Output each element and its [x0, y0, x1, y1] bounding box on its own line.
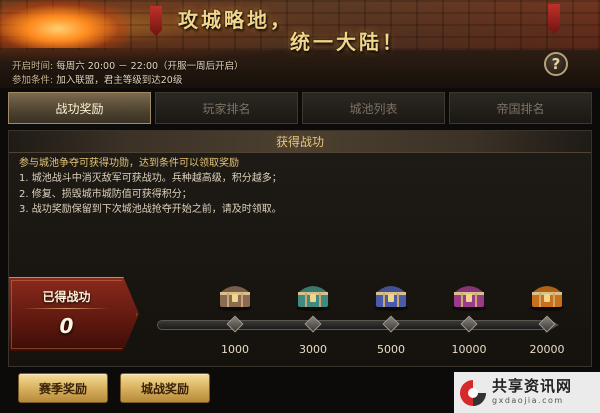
rules-text: 参与城池争夺可获得功勋，达到条件可以领取奖励 1. 城池战斗中消灭敌军可获战功。… [9, 153, 591, 222]
milestone-label: 10000 [451, 343, 487, 356]
milestone-label: 5000 [377, 343, 405, 356]
open-time-line: 开启时间: 每周六 20:00 － 22:00（开服一周后开启） [12, 58, 244, 72]
badge-divider [23, 308, 109, 309]
open-time-label: 开启时间: [12, 61, 54, 72]
tab-city-list[interactable]: 城池列表 [302, 92, 445, 124]
condition-value: 加入联盟，君主等级到达20级 [56, 75, 183, 86]
fire-effect [0, 0, 130, 48]
panel-header: 获得战功 [9, 131, 591, 153]
help-button[interactable]: ? [544, 52, 568, 76]
merit-panel: 获得战功 参与城池争夺可获得功勋，达到条件可以领取奖励 1. 城池战斗中消灭敌军… [8, 130, 592, 367]
rule-item: 2. 修复、损毁城市城防值可获得积分； [19, 188, 192, 200]
site-watermark: 共享资讯网 gxdaojia.com [454, 372, 600, 413]
milestone-label: 3000 [299, 343, 327, 356]
banner-title-part2: 统一大陆！ [290, 30, 405, 54]
bronze-chest-icon[interactable] [215, 279, 255, 311]
milestone-label: 1000 [221, 343, 249, 356]
tab-empire-ranking[interactable]: 帝国排名 [449, 92, 592, 124]
gold-chest-icon[interactable] [527, 279, 567, 311]
achieved-merit-label: 已得战功 [42, 290, 91, 304]
purple-chest-icon[interactable] [449, 279, 489, 311]
achieved-merit-badge: 已得战功 0 [9, 277, 139, 351]
question-mark-icon: ? [551, 55, 561, 73]
merit-progress-track [157, 320, 549, 330]
condition-line: 参加条件: 加入联盟，君主等级到达20级 [12, 72, 182, 86]
rule-item: 3. 战功奖励保留到下次城池战抢夺开始之前，请及时领取。 [19, 204, 282, 215]
tab-player-ranking[interactable]: 玩家排名 [155, 92, 298, 124]
season-reward-button[interactable]: 赛季奖励 [18, 373, 108, 403]
city-war-reward-button[interactable]: 城战奖励 [120, 373, 210, 403]
event-banner: 攻城略地， 统一大陆！ 开启时间: 每周六 20:00 － 22:00（开服一周… [0, 0, 600, 88]
open-time-value: 每周六 20:00 － 22:00（开服一周后开启） [56, 61, 244, 72]
red-flag-icon [548, 4, 560, 34]
milestone-label: 20000 [529, 343, 565, 356]
blue-chest-icon[interactable] [371, 279, 411, 311]
tab-bar: 战功奖励 玩家排名 城池列表 帝国排名 [0, 92, 600, 126]
watermark-text: 共享资讯网 [492, 377, 573, 395]
red-flag-icon [150, 6, 162, 36]
watermark-url: gxdaojia.com [492, 396, 564, 405]
rules-intro: 参与城池争夺可获得功勋，达到条件可以领取奖励 [19, 158, 239, 169]
rule-item: 1. 城池战斗中消灭敌军可获战功。兵种越高级，积分越多； [19, 173, 282, 184]
tab-merit-rewards[interactable]: 战功奖励 [8, 92, 151, 124]
banner-title-part1: 攻城略地， [178, 8, 293, 32]
teal-chest-icon[interactable] [293, 279, 333, 311]
achieved-merit-value: 0 [59, 314, 74, 338]
condition-label: 参加条件: [12, 75, 54, 86]
site-logo-icon [460, 380, 486, 406]
